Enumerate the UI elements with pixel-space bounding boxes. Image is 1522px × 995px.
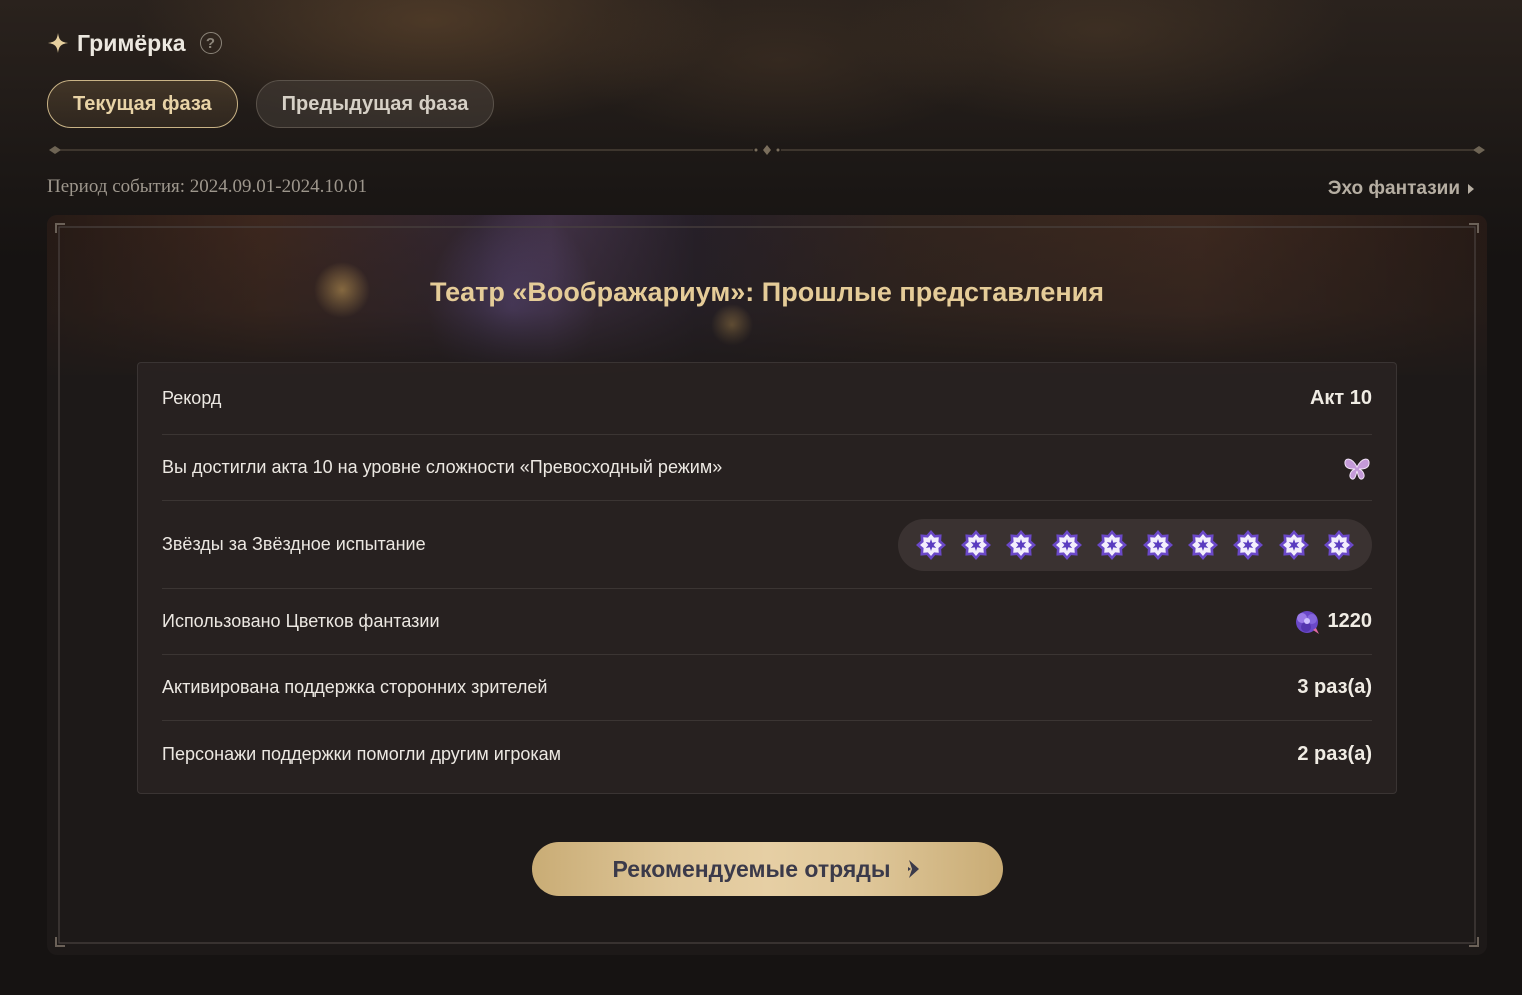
medal-star-icon — [1006, 529, 1037, 560]
stars-container — [898, 518, 1372, 571]
fantasy-flower-icon — [1295, 610, 1319, 634]
support-value: 2 раз(а) — [1297, 742, 1372, 765]
stat-row-record: Рекорд Акт 10 — [162, 363, 1372, 435]
echo-link-label: Эхо фантазии — [1327, 178, 1460, 199]
recommended-teams-button[interactable]: Рекомендуемые отряды — [532, 842, 1003, 896]
record-label: Рекорд — [162, 388, 222, 408]
difficulty-label: Вы достигли акта 10 на уровне сложности … — [162, 457, 723, 477]
tab-current-phase[interactable]: Текущая фаза — [47, 80, 238, 128]
medal-star-icon — [915, 529, 946, 560]
medal-star-icon — [1233, 529, 1264, 560]
help-circle-icon[interactable]: ? — [199, 32, 222, 54]
audience-value: 3 раз(а) — [1297, 676, 1372, 698]
tab-previous-phase[interactable]: Предыдущая фаза — [255, 80, 495, 128]
page-title: Гримёрка — [77, 29, 186, 56]
arrow-right-icon — [907, 860, 919, 878]
chevron-right-icon — [1468, 184, 1474, 194]
stat-row-difficulty: Вы достигли акта 10 на уровне сложности … — [162, 435, 1372, 501]
medal-star-icon — [1324, 529, 1355, 560]
stat-row-audience: Активирована поддержка сторонних зрителе… — [162, 655, 1372, 721]
medal-star-icon — [1278, 529, 1309, 560]
card-title: Театр «Воображариум»: Прошлые представле… — [430, 277, 1104, 307]
flowers-value: 1220 — [1327, 610, 1373, 632]
event-period: Период события: 2024.09.01-2024.10.01 — [47, 176, 368, 197]
record-value: Акт 10 — [1309, 387, 1372, 409]
sparkle-icon — [48, 33, 68, 53]
theater-card: Театр «Воображариум»: Прошлые представле… — [47, 215, 1487, 955]
audience-label: Активирована поддержка сторонних зрителе… — [162, 677, 548, 697]
stat-row-stars: Звёзды за Звёздное испытание — [162, 501, 1372, 589]
medal-star-icon — [1051, 529, 1082, 560]
stats-panel: Рекорд Акт 10 Вы достигли акта 10 на уро… — [137, 362, 1397, 794]
stat-row-support: Персонажи поддержки помогли другим игрок… — [162, 721, 1372, 787]
echo-fantasy-link[interactable]: Эхо фантазии — [1328, 178, 1474, 200]
butterfly-icon — [1344, 458, 1370, 480]
phase-tabs: Текущая фаза Предыдущая фаза — [47, 80, 495, 128]
ornament-divider — [49, 145, 1485, 155]
medal-star-icon — [1142, 529, 1173, 560]
medal-star-icon — [1188, 529, 1219, 560]
recommended-teams-label: Рекомендуемые отряды — [612, 855, 891, 882]
medal-star-icon — [1097, 529, 1128, 560]
flowers-value-group: 1220 — [1292, 608, 1373, 636]
flowers-label: Использовано Цветков фантазии — [162, 611, 440, 631]
page-header: Гримёрка ? — [47, 26, 222, 60]
stars-label: Звёзды за Звёздное испытание — [162, 534, 426, 554]
medal-star-icon — [961, 529, 992, 560]
support-label: Персонажи поддержки помогли другим игрок… — [162, 743, 562, 764]
stat-row-flowers: Использовано Цветков фантазии 1220 — [162, 589, 1372, 655]
